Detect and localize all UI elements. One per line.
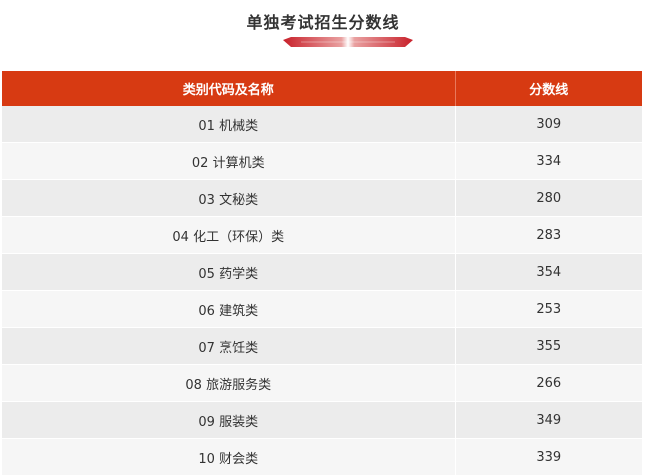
table-row: 01 机械类 309 [2, 106, 642, 143]
category-cell: 10 财会类 [2, 438, 456, 476]
table-row: 03 文秘类 280 [2, 179, 642, 217]
table-row: 07 烹饪类 355 [2, 327, 642, 365]
category-cell: 03 文秘类 [2, 179, 456, 217]
score-table: 类别代码及名称 分数线 01 机械类 309 02 计算机类 334 03 文秘… [2, 71, 642, 476]
table-row: 06 建筑类 253 [2, 290, 642, 328]
category-cell: 09 服装类 [2, 401, 456, 439]
score-cell: 355 [455, 327, 642, 365]
category-cell: 08 旅游服务类 [2, 364, 456, 402]
table-row: 08 旅游服务类 266 [2, 364, 642, 402]
score-cell: 309 [455, 106, 642, 143]
table-header-row: 类别代码及名称 分数线 [2, 71, 642, 106]
score-cell: 339 [455, 438, 642, 476]
score-cell: 280 [455, 179, 642, 217]
category-cell: 01 机械类 [2, 106, 456, 143]
title-underline-decoration [283, 37, 413, 47]
table-row: 02 计算机类 334 [2, 142, 642, 180]
table-row: 09 服装类 349 [2, 401, 642, 439]
category-cell: 04 化工（环保）类 [2, 216, 456, 254]
score-cell: 354 [455, 253, 642, 291]
table-row: 05 药学类 354 [2, 253, 642, 291]
score-cell: 253 [455, 290, 642, 328]
category-cell: 07 烹饪类 [2, 327, 456, 365]
header-category: 类别代码及名称 [2, 71, 456, 106]
page-title: 单独考试招生分数线 [246, 13, 400, 32]
header-score: 分数线 [455, 71, 642, 106]
table-row: 10 财会类 339 [2, 438, 642, 476]
score-cell: 349 [455, 401, 642, 439]
category-cell: 06 建筑类 [2, 290, 456, 328]
category-cell: 02 计算机类 [2, 142, 456, 180]
category-cell: 05 药学类 [2, 253, 456, 291]
score-cell: 334 [455, 142, 642, 180]
score-cell: 283 [455, 216, 642, 254]
score-cell: 266 [455, 364, 642, 402]
table-row: 04 化工（环保）类 283 [2, 216, 642, 254]
